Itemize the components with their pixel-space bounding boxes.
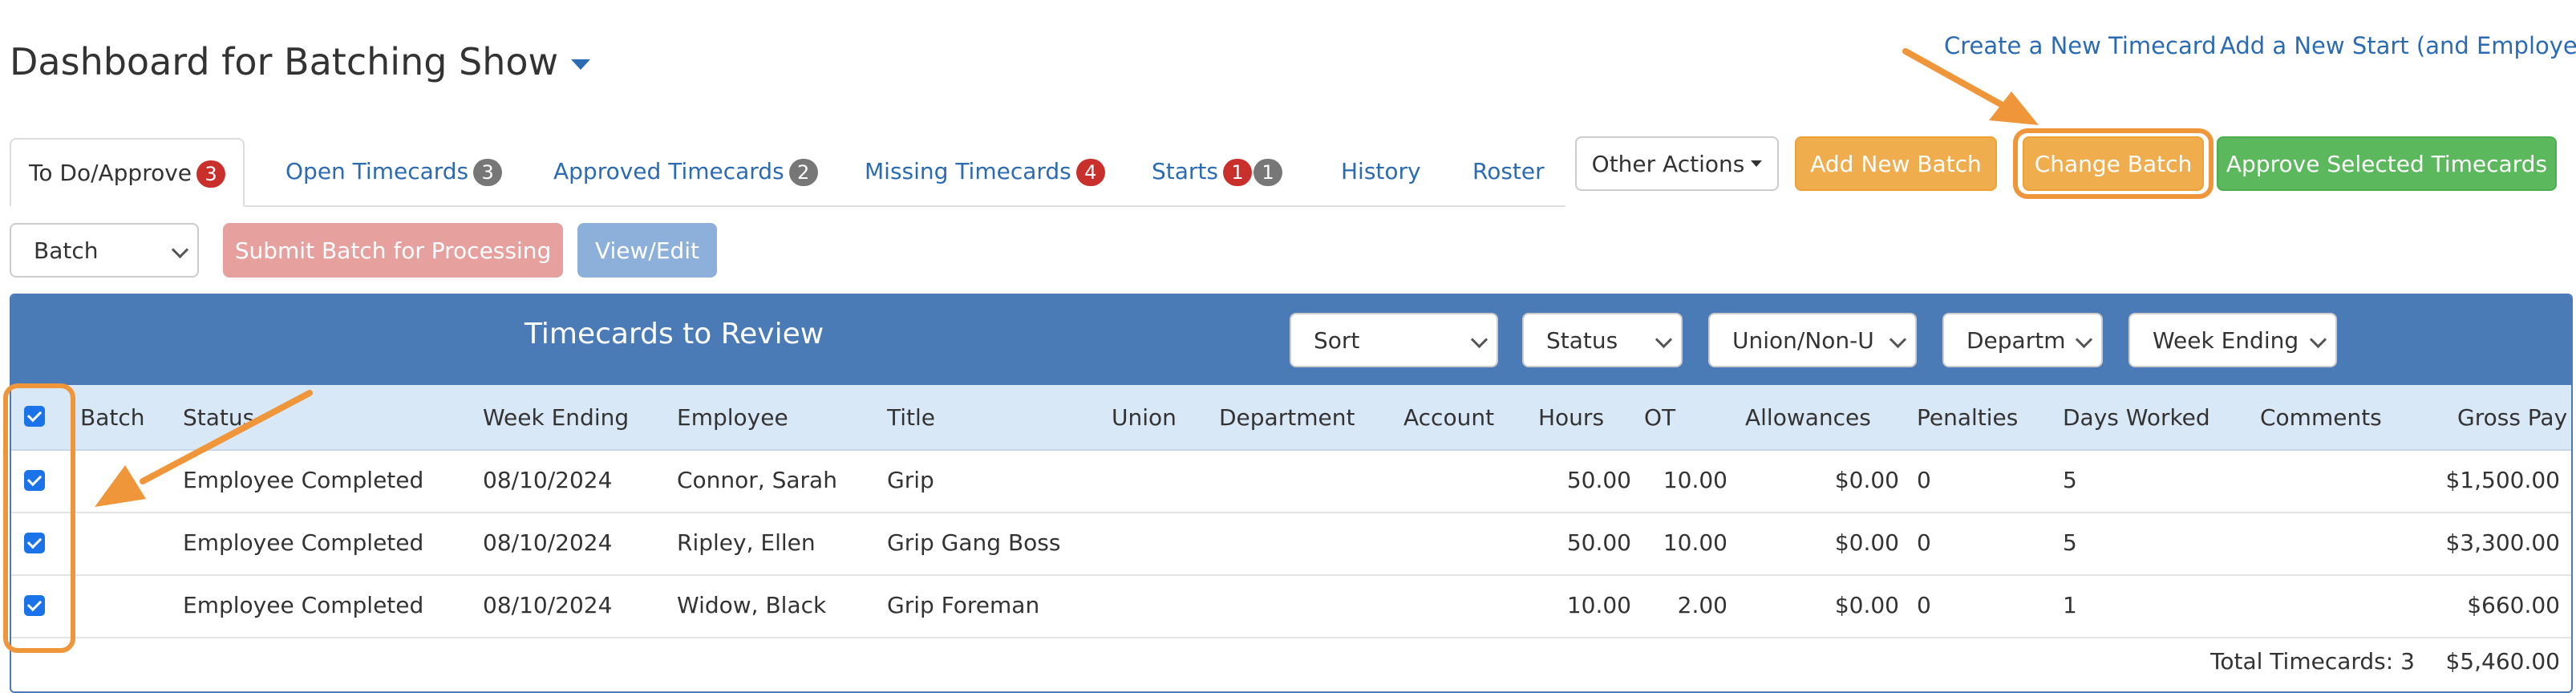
arrow-to-checkboxes-icon xyxy=(95,390,313,507)
annotation-arrows xyxy=(95,48,2039,507)
arrow-to-change-batch-icon xyxy=(1902,48,2039,125)
